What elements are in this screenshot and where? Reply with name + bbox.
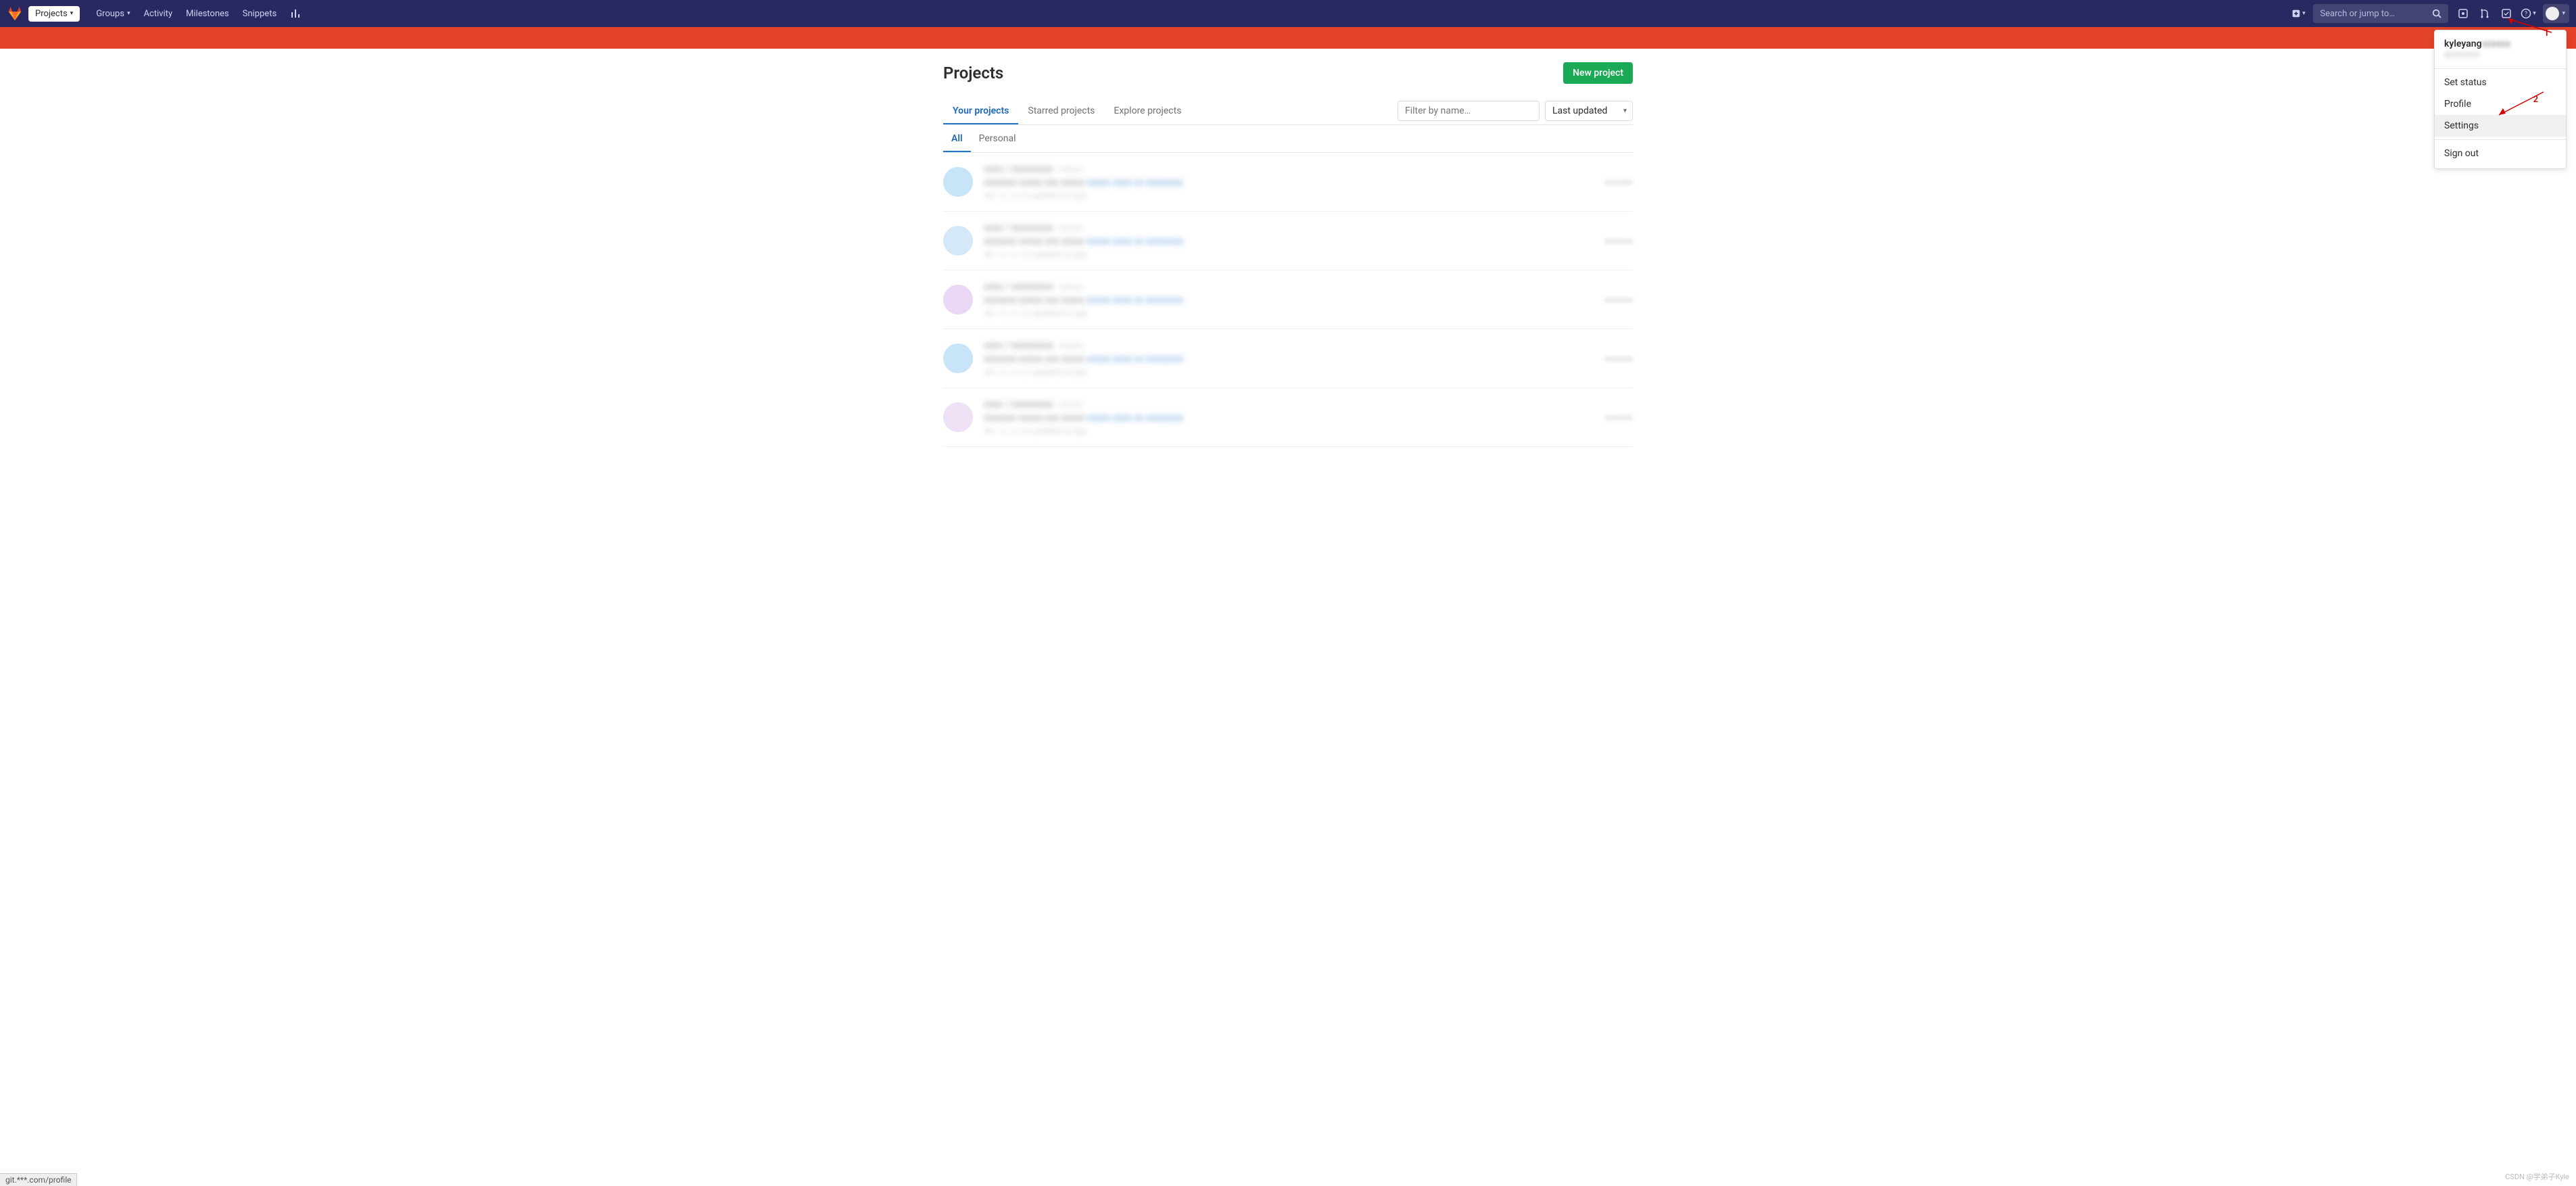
sort-dropdown-label: Last updated — [1552, 105, 1607, 116]
menu-set-status[interactable]: Set status — [2435, 72, 2566, 93]
project-link: xxxxx xxxx xx xxxxxxxx — [1087, 412, 1183, 423]
new-project-button[interactable]: New project — [1563, 62, 1633, 84]
project-updated: xxxxxxx — [1604, 412, 1633, 422]
plus-dropdown[interactable]: ▾ — [2287, 3, 2309, 24]
project-link: xxxxx xxxx xx xxxxxxxx — [1087, 236, 1183, 247]
project-body: xxxx / xxxxxxxxx xxxxxx xxxxxxx xxxxx xxx … — [984, 164, 1604, 200]
project-badge: xxxxxx — [1059, 282, 1083, 291]
user-handle: @xxxxxxx — [2444, 49, 2556, 59]
page-title: Projects — [943, 64, 1563, 82]
project-desc: xxxxxxx xxxxx xxx xxxxx — [984, 295, 1084, 306]
menu-divider — [2435, 139, 2566, 140]
user-dropdown-menu: kyleyangxxxxxx @xxxxxxx Set status Profi… — [2434, 30, 2567, 169]
project-avatar — [943, 402, 973, 432]
tab-your-projects[interactable]: Your projects — [943, 97, 1018, 124]
project-list: xxxx / xxxxxxxxx xxxxxx xxxxxxx xxxxx xxx … — [943, 153, 1633, 447]
nav-statistics-icon[interactable] — [283, 8, 308, 19]
project-badge: xxxxxx — [1059, 341, 1083, 350]
tab-starred-projects[interactable]: Starred projects — [1018, 97, 1104, 124]
gitlab-logo[interactable] — [7, 5, 23, 22]
nav-milestones[interactable]: Milestones — [179, 9, 236, 19]
project-stats: ★x ⑂x ⤓x ⬡x updated xx ago — [984, 250, 1604, 259]
project-avatar — [943, 285, 973, 314]
project-link: xxxxx xxxx xx xxxxxxxx — [1087, 354, 1183, 364]
project-desc: xxxxxxx xxxxx xxx xxxxx — [984, 177, 1084, 188]
project-name: xxxx / xxxxxxxxx — [984, 222, 1053, 233]
project-name: xxxx / xxxxxxxxx — [984, 281, 1053, 292]
menu-settings[interactable]: Settings — [2435, 115, 2566, 137]
project-stats: ★x ⑂x ⤓x ⬡x updated xx ago — [984, 191, 1604, 200]
nav-groups[interactable]: Groups ▾ — [89, 9, 137, 19]
project-row[interactable]: xxxx / xxxxxxxxx xxxxxx xxxxxxx xxxxx xxx … — [943, 212, 1633, 270]
status-bar-url: git.***.com/profile — [0, 1173, 77, 1186]
search-icon — [2432, 9, 2441, 18]
project-updated: xxxxxxx — [1604, 177, 1633, 187]
page-header: Projects New project — [943, 62, 1633, 84]
project-stats: ★x ⑂x ⤓x ⬡x updated xx ago — [984, 308, 1604, 318]
watermark: CSDN @学弟子Kyle — [2505, 1171, 2569, 1182]
project-updated: xxxxxxx — [1604, 354, 1633, 363]
project-link: xxxxx xxxx xx xxxxxxxx — [1087, 177, 1183, 188]
project-row[interactable]: xxxx / xxxxxxxxx xxxxxx xxxxxxx xxxxx xxx … — [943, 388, 1633, 447]
project-stats: ★x ⑂x ⤓x ⬡x updated xx ago — [984, 426, 1604, 435]
project-name: xxxx / xxxxxxxxx — [984, 340, 1053, 351]
menu-profile[interactable]: Profile — [2435, 93, 2566, 115]
nav-activity[interactable]: Activity — [137, 9, 179, 19]
projects-dropdown[interactable]: Projects ▾ — [28, 6, 80, 22]
project-stats: ★x ⑂x ⤓x ⬡x updated xx ago — [984, 367, 1604, 377]
project-badge: xxxxxx — [1059, 400, 1083, 409]
menu-divider — [2435, 68, 2566, 69]
search-input[interactable] — [2320, 9, 2432, 19]
project-tabs-row: Your projects Starred projects Explore p… — [943, 97, 1633, 125]
user-display-name: kyleyang — [2444, 39, 2482, 49]
project-badge: xxxxxx — [1059, 223, 1083, 233]
project-avatar — [943, 167, 973, 197]
main-container: Projects New project Your projects Starr… — [936, 49, 1640, 474]
sort-dropdown[interactable]: Last updated ▾ — [1545, 101, 1633, 121]
project-row[interactable]: xxxx / xxxxxxxxx xxxxxx xxxxxxx xxxxx xxx … — [943, 329, 1633, 388]
broadcast-banner — [0, 27, 2576, 49]
user-avatar-dropdown[interactable]: ▾ — [2543, 4, 2569, 23]
project-row[interactable]: xxxx / xxxxxxxxx xxxxxx xxxxxxx xxxxx xxx … — [943, 153, 1633, 212]
issues-icon[interactable] — [2452, 3, 2474, 24]
project-body: xxxx / xxxxxxxxx xxxxxx xxxxxxx xxxxx xxx … — [984, 399, 1604, 435]
project-updated: xxxxxxx — [1604, 236, 1633, 245]
svg-text:?: ? — [2525, 11, 2527, 18]
project-name: xxxx / xxxxxxxxx — [984, 399, 1053, 410]
filter-input[interactable] — [1398, 101, 1540, 121]
subtab-all[interactable]: All — [943, 125, 971, 152]
avatar — [2546, 7, 2559, 20]
project-name: xxxx / xxxxxxxxx — [984, 164, 1053, 174]
chevron-down-icon: ▾ — [70, 10, 74, 17]
project-avatar — [943, 226, 973, 256]
project-desc: xxxxxxx xxxxx xxx xxxxx — [984, 354, 1084, 364]
chevron-down-icon: ▾ — [1623, 108, 1627, 115]
chevron-down-icon: ▾ — [127, 10, 130, 17]
project-row[interactable]: xxxx / xxxxxxxxx xxxxxx xxxxxxx xxxxx xxx … — [943, 270, 1633, 329]
user-menu-header: kyleyangxxxxxx @xxxxxxx — [2435, 34, 2566, 66]
project-desc: xxxxxxx xxxxx xxx xxxxx — [984, 236, 1084, 247]
chevron-down-icon: ▾ — [2302, 10, 2306, 17]
project-badge: xxxxxx — [1059, 164, 1083, 174]
projects-dropdown-label: Projects — [35, 9, 68, 19]
help-dropdown[interactable]: ? ▾ — [2517, 3, 2539, 24]
subtab-personal[interactable]: Personal — [971, 125, 1024, 152]
merge-requests-icon[interactable] — [2474, 3, 2496, 24]
project-avatar — [943, 343, 973, 373]
chevron-down-icon: ▾ — [2562, 10, 2565, 17]
chevron-down-icon: ▾ — [2533, 10, 2536, 17]
top-navbar: Projects ▾ Groups ▾ Activity Milestones … — [0, 0, 2576, 27]
project-updated: xxxxxxx — [1604, 295, 1633, 304]
menu-sign-out[interactable]: Sign out — [2435, 143, 2566, 164]
project-desc: xxxxxxx xxxxx xxx xxxxx — [984, 412, 1084, 423]
project-body: xxxx / xxxxxxxxx xxxxxx xxxxxxx xxxxx xxx … — [984, 222, 1604, 259]
project-link: xxxxx xxxx xx xxxxxxxx — [1087, 295, 1183, 306]
project-body: xxxx / xxxxxxxxx xxxxxx xxxxxxx xxxxx xxx … — [984, 340, 1604, 377]
search-box[interactable] — [2313, 4, 2448, 23]
tab-explore-projects[interactable]: Explore projects — [1104, 97, 1191, 124]
project-subtabs: All Personal — [943, 125, 1633, 153]
project-body: xxxx / xxxxxxxxx xxxxxx xxxxxxx xxxxx xxx … — [984, 281, 1604, 318]
nav-snippets[interactable]: Snippets — [236, 9, 284, 19]
todos-icon[interactable] — [2496, 3, 2517, 24]
